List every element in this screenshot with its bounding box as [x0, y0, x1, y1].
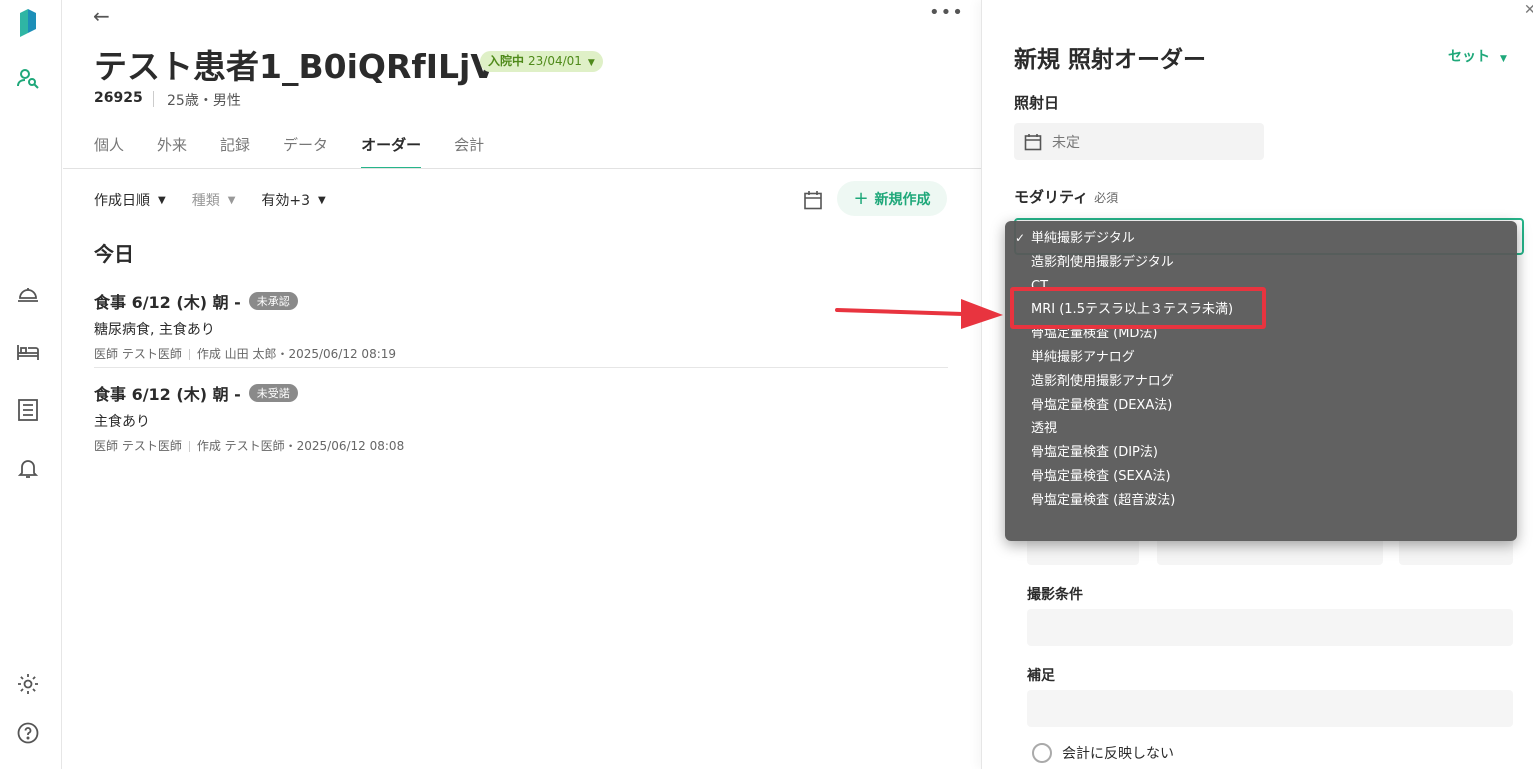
admission-status: 入院中 [488, 54, 525, 68]
checkmark-icon: ✓ [1015, 231, 1026, 245]
menu-item[interactable]: 単純撮影アナログ [1005, 346, 1517, 370]
bed-icon[interactable] [16, 340, 40, 364]
notes-input[interactable] [1027, 690, 1513, 727]
bell-icon[interactable] [16, 456, 40, 480]
patient-name: テスト患者1_B0iQRfILjV [94, 47, 496, 86]
caret-down-icon: ▼ [158, 194, 166, 206]
modality-label: モダリティ 必須 [1014, 186, 1118, 207]
calendar-icon[interactable] [803, 190, 823, 210]
order-doctor: 医師 テスト医師 [94, 439, 182, 453]
order-item[interactable]: 食事 6/12 (木) 朝 - 未受諾 主食あり 医師 テスト医師 作成 テスト医師… [94, 381, 948, 454]
order-meta: 作成 山田 太郎・2025/06/12 08:19 [196, 347, 397, 361]
sort-filter[interactable]: 作成日順 ▼ [94, 190, 166, 210]
date-value: 未定 [1052, 134, 1080, 151]
modality-dropdown-menu: ✓ 単純撮影デジタル 造影剤使用撮影デジタル CT MRI (1.5テスラ以上３テ… [1005, 221, 1517, 541]
divider [188, 441, 190, 452]
tab-orders[interactable]: オーダー [361, 134, 422, 169]
order-detail: 主食あり [94, 414, 150, 430]
type-filter-label: 種類 [191, 193, 220, 209]
menu-item-label: 単純撮影アナログ [1031, 349, 1135, 365]
menu-item-label: 透視 [1031, 421, 1058, 437]
order-doctor: 医師 テスト医師 [94, 347, 182, 361]
tab-divider [63, 168, 981, 169]
help-icon[interactable] [16, 721, 40, 745]
divider [153, 91, 154, 107]
gear-icon[interactable] [16, 672, 40, 696]
back-arrow-icon[interactable]: ← [93, 4, 110, 28]
menu-item[interactable]: ✓ 単純撮影デジタル [1005, 227, 1517, 251]
status-badge: 未受諾 [248, 384, 298, 402]
menu-item[interactable]: 骨塩定量検査 (DIP法) [1005, 441, 1517, 465]
panel-title: 新規 照射オーダー [1014, 47, 1207, 73]
menu-item[interactable]: 造影剤使用撮影アナログ [1005, 370, 1517, 394]
required-tag: 必須 [1094, 191, 1119, 205]
status-badge: 未承認 [248, 292, 298, 310]
set-label: セット [1448, 49, 1490, 65]
menu-item[interactable]: 透視 [1005, 417, 1517, 441]
more-options-icon[interactable]: ••• [929, 2, 964, 23]
no-billing-checkbox[interactable]: 会計に反映しない [1032, 743, 1174, 763]
caret-down-icon: ▼ [1500, 54, 1507, 64]
date-label: 照射日 [1014, 94, 1060, 112]
menu-item[interactable]: 骨塩定量検査 (SEXA法) [1005, 465, 1517, 489]
tab-records[interactable]: 記録 [220, 134, 250, 169]
patient-tabs: 個人 外来 記録 データ オーダー 会計 [94, 134, 517, 169]
highlight-box [1010, 287, 1266, 329]
caret-down-icon: ▼ [318, 194, 326, 206]
menu-item[interactable]: 造影剤使用撮影デジタル [1005, 251, 1517, 275]
tab-data[interactable]: データ [283, 134, 328, 169]
patient-info: 25歳・男性 [167, 93, 241, 109]
no-billing-label: 会計に反映しない [1062, 746, 1174, 762]
annotation-arrow-icon [835, 299, 1003, 329]
chevron-down-icon: ▼ [587, 58, 595, 68]
order-filters: 作成日順 ▼ 種類 ▼ 有効+3 ▼ [94, 190, 352, 210]
tab-billing[interactable]: 会計 [454, 134, 484, 169]
order-meta: 作成 テスト医師・2025/06/12 08:08 [196, 439, 405, 453]
close-icon[interactable]: ✕ [1524, 2, 1533, 18]
admission-badge[interactable]: 入院中 23/04/01 ▼ [480, 51, 603, 72]
menu-item-label: 骨塩定量検査 (SEXA法) [1031, 468, 1171, 484]
menu-item[interactable]: 骨塩定量検査 (超音波法) [1005, 489, 1517, 513]
patient-id: 26925 [94, 90, 143, 106]
menu-item-label: 造影剤使用撮影アナログ [1031, 373, 1174, 389]
order-detail: 糖尿病食, 主食あり [94, 322, 215, 338]
patient-main: ← ••• テスト患者1_B0iQRfILjV 入院中 23/04/01 ▼ 269… [63, 0, 981, 769]
list-icon[interactable] [16, 398, 40, 422]
menu-item-label: 単純撮影デジタル [1031, 231, 1135, 246]
calendar-icon [1024, 133, 1042, 150]
admission-date: 23/04/01 [528, 54, 582, 68]
date-field[interactable]: 未定 [1014, 123, 1264, 160]
patient-search-icon[interactable] [16, 66, 40, 90]
new-order-button[interactable]: + 新規作成 [837, 181, 947, 216]
notes-label: 補足 [1027, 668, 1055, 684]
menu-item-label: 造影剤使用撮影デジタル [1031, 254, 1174, 270]
conditions-label: 撮影条件 [1027, 587, 1083, 603]
section-title: 今日 [94, 242, 134, 266]
set-dropdown[interactable]: セット ▼ [1448, 46, 1507, 66]
caret-down-icon: ▼ [227, 194, 236, 206]
menu-item[interactable]: 骨塩定量検査 (DEXA法) [1005, 394, 1517, 418]
tab-outpatient[interactable]: 外来 [157, 134, 187, 169]
order-title: 食事 6/12 (木) 朝 - [94, 385, 241, 404]
divider [188, 349, 190, 360]
new-order-label: 新規作成 [874, 191, 931, 208]
modality-label-text: モダリティ [1014, 188, 1089, 206]
conditions-input[interactable] [1027, 609, 1513, 646]
order-item[interactable]: 食事 6/12 (木) 朝 - 未承認 糖尿病食, 主食あり 医師 テスト医師 作成… [94, 289, 948, 362]
order-title: 食事 6/12 (木) 朝 - [94, 293, 241, 312]
plus-icon: + [853, 188, 869, 209]
sort-filter-label: 作成日順 [94, 193, 150, 209]
menu-item-label: 骨塩定量検査 (DEXA法) [1031, 397, 1173, 413]
menu-item-label: 骨塩定量検査 (DIP法) [1031, 445, 1158, 461]
type-filter[interactable]: 種類 ▼ [192, 190, 236, 210]
app-logo[interactable] [16, 9, 40, 37]
left-rail [0, 0, 62, 769]
radio-circle-icon [1032, 743, 1052, 763]
food-tray-icon[interactable] [16, 283, 40, 307]
status-filter-label: 有効+3 [261, 193, 311, 209]
menu-item-label: 骨塩定量検査 (超音波法) [1031, 492, 1176, 508]
status-filter[interactable]: 有効+3 ▼ [261, 190, 325, 210]
divider [94, 367, 948, 368]
tab-personal[interactable]: 個人 [94, 134, 124, 169]
